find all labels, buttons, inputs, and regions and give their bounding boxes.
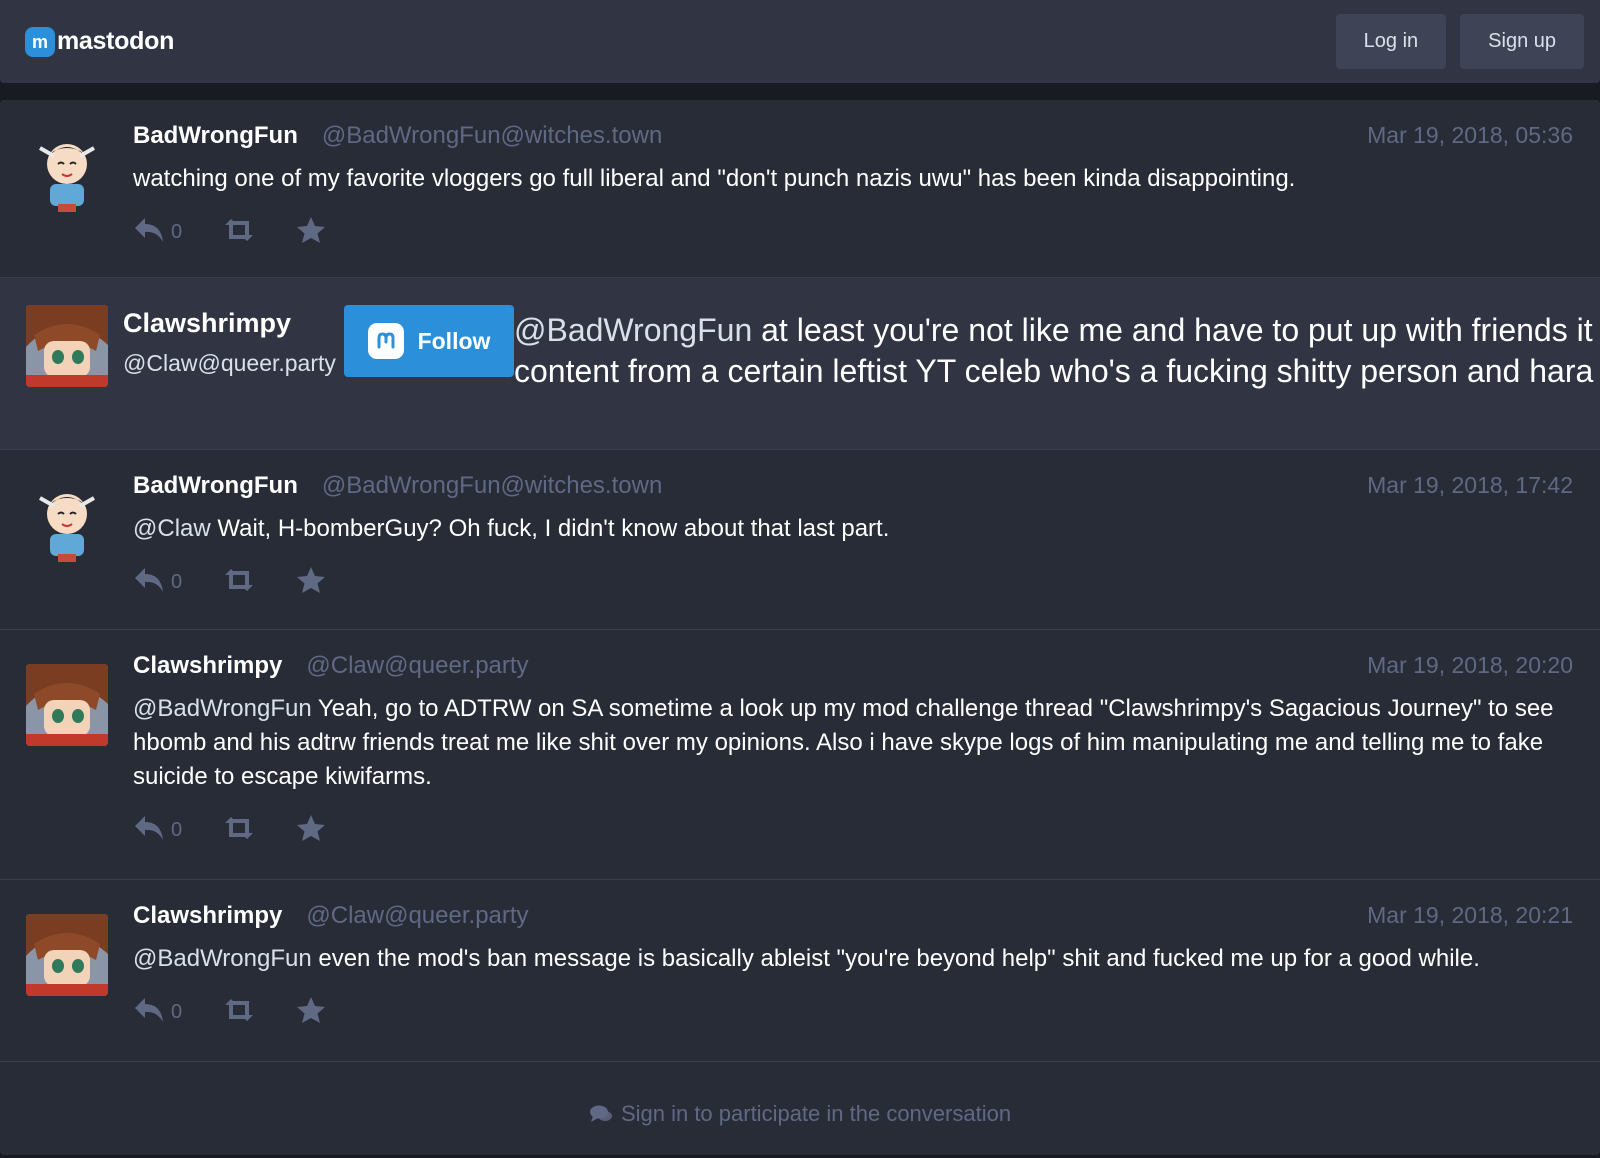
account-handle[interactable]: @Claw@queer.party xyxy=(306,652,528,680)
sign-in-link[interactable]: Sign in to participate in the conversati… xyxy=(621,1101,1011,1127)
boost-button[interactable] xyxy=(222,997,256,1023)
status-actions: 0 xyxy=(133,808,1573,848)
display-name[interactable]: Clawshrimpy xyxy=(133,902,282,930)
reply-icon xyxy=(135,998,163,1022)
status-text: watching one of my favorite vloggers go … xyxy=(133,165,1296,192)
boost-button[interactable] xyxy=(222,217,256,243)
timestamp[interactable]: Mar 19, 2018, 20:21 xyxy=(1367,902,1573,929)
status-actions: 0 xyxy=(133,990,1573,1030)
status-content: watching one of my favorite vloggers go … xyxy=(133,162,1573,196)
timestamp[interactable]: Mar 19, 2018, 05:36 xyxy=(1367,122,1573,149)
reply-icon xyxy=(135,218,163,242)
boost-button[interactable] xyxy=(222,567,256,593)
reply-icon xyxy=(135,816,163,840)
status-content: @BadWrongFun even the mod's ban message … xyxy=(133,942,1573,976)
login-button[interactable]: Log in xyxy=(1335,14,1447,69)
status[interactable]: Clawshrimpy @Claw@queer.party Mar 19, 20… xyxy=(0,880,1600,1062)
status[interactable]: BadWrongFun @BadWrongFun@witches.town Ma… xyxy=(0,100,1600,278)
boost-icon xyxy=(225,569,254,591)
sign-in-prompt[interactable]: Sign in to participate in the conversati… xyxy=(0,1072,1600,1155)
status-actions: 0 xyxy=(133,210,1573,250)
timestamp[interactable]: Mar 19, 2018, 17:42 xyxy=(1367,472,1573,499)
favourite-icon xyxy=(297,217,326,243)
status-actions: 0 xyxy=(133,560,1573,600)
avatar[interactable] xyxy=(26,484,108,566)
mastodon-logo-icon: m xyxy=(25,26,55,57)
top-bar: m mastodon Log in Sign up xyxy=(0,0,1600,83)
account-handle[interactable]: @Claw@queer.party xyxy=(123,350,336,377)
account-handle[interactable]: @BadWrongFun@witches.town xyxy=(322,122,662,150)
auth-buttons: Log in Sign up xyxy=(1335,14,1584,69)
conversation-thread: BadWrongFun @BadWrongFun@witches.town Ma… xyxy=(0,100,1600,1155)
mention-link[interactable]: @Claw xyxy=(133,515,211,542)
reply-button[interactable]: 0 xyxy=(133,996,182,1024)
favourite-button[interactable] xyxy=(296,814,326,842)
display-name[interactable]: Clawshrimpy xyxy=(123,308,291,339)
favourite-button[interactable] xyxy=(296,996,326,1024)
timestamp[interactable]: Mar 19, 2018, 20:20 xyxy=(1367,652,1573,679)
comments-icon xyxy=(589,1105,612,1122)
status[interactable]: BadWrongFun @BadWrongFun@witches.town Ma… xyxy=(0,450,1600,630)
status-text: Yeah, go to ADTRW on SA sometime a look … xyxy=(133,695,1554,790)
boost-icon xyxy=(225,219,254,241)
status-content: @BadWrongFun Yeah, go to ADTRW on SA som… xyxy=(133,692,1573,794)
reply-button[interactable]: 0 xyxy=(133,216,182,244)
display-name[interactable]: BadWrongFun xyxy=(133,472,298,500)
account-handle[interactable]: @Claw@queer.party xyxy=(306,902,528,930)
content-line: @BadWrongFun at least you're not like me… xyxy=(514,310,1600,351)
mention-link[interactable]: @BadWrongFun xyxy=(133,945,312,972)
status-content: @Claw Wait, H-bomberGuy? Oh fuck, I didn… xyxy=(133,512,1573,546)
focused-status-content: @BadWrongFun at least you're not like me… xyxy=(514,310,1600,392)
favourite-button[interactable] xyxy=(296,216,326,244)
status-text: at least you're not like me and have to … xyxy=(752,312,1593,348)
follow-button[interactable]: Follow xyxy=(344,305,514,377)
mastodon-logo-icon xyxy=(367,323,404,359)
content-line: content from a certain leftist YT celeb … xyxy=(514,353,1594,389)
reply-count: 0 xyxy=(171,1001,183,1023)
mastodon-logo[interactable]: m mastodon xyxy=(25,26,175,57)
boost-icon xyxy=(225,999,254,1021)
reply-count: 0 xyxy=(171,571,183,593)
reply-count: 0 xyxy=(171,221,183,243)
signup-button[interactable]: Sign up xyxy=(1460,14,1584,69)
reply-button[interactable]: 0 xyxy=(133,566,182,594)
status-text: Wait, H-bomberGuy? Oh fuck, I didn't kno… xyxy=(210,515,890,542)
favourite-icon xyxy=(297,815,326,841)
reply-button[interactable]: 0 xyxy=(133,814,182,842)
avatar[interactable] xyxy=(26,305,108,387)
logo-text: mastodon xyxy=(57,27,175,55)
display-name[interactable]: BadWrongFun xyxy=(133,122,298,150)
avatar[interactable] xyxy=(26,914,108,996)
favourite-icon xyxy=(297,997,326,1023)
avatar[interactable] xyxy=(26,664,108,746)
favourite-button[interactable] xyxy=(296,566,326,594)
reply-count: 0 xyxy=(171,819,183,841)
status-text: even the mod's ban message is basically … xyxy=(311,945,1480,972)
boost-icon xyxy=(225,817,254,839)
mention-link[interactable]: @BadWrongFun xyxy=(133,695,312,722)
avatar[interactable] xyxy=(26,134,108,216)
focused-status[interactable]: Clawshrimpy @Claw@queer.party Follow @Ba… xyxy=(0,278,1600,450)
favourite-icon xyxy=(297,567,326,593)
status[interactable]: Clawshrimpy @Claw@queer.party Mar 19, 20… xyxy=(0,630,1600,880)
boost-button[interactable] xyxy=(222,815,256,841)
mention-link[interactable]: @BadWrongFun xyxy=(514,312,752,348)
follow-label: Follow xyxy=(417,327,491,354)
display-name[interactable]: Clawshrimpy xyxy=(133,652,282,680)
account-handle[interactable]: @BadWrongFun@witches.town xyxy=(322,472,662,500)
reply-icon xyxy=(135,568,163,592)
